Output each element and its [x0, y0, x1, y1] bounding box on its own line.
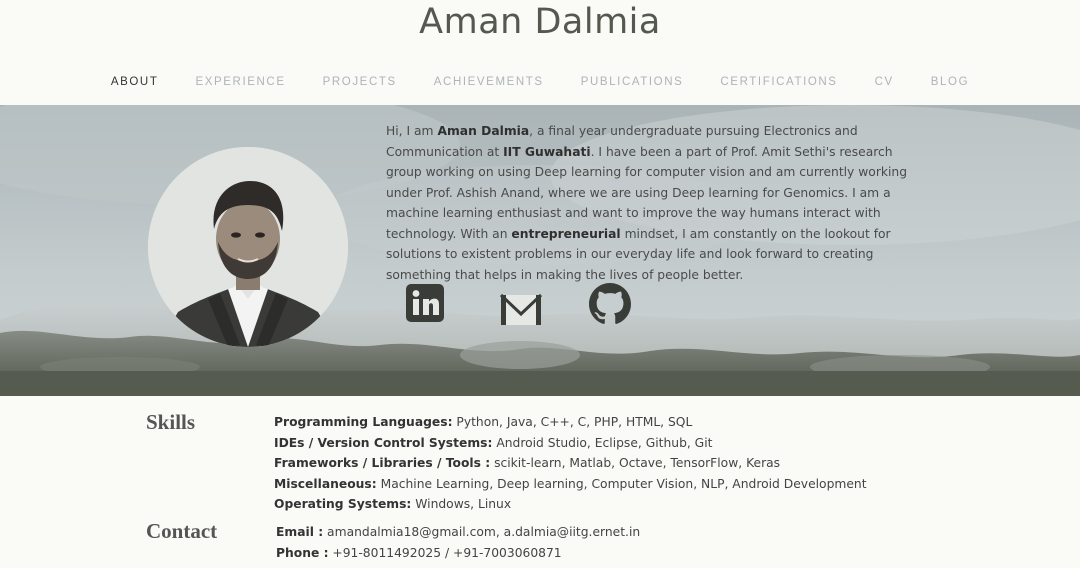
contact-list: Email : amandalmia18@gmail.com, a.dalmia…	[276, 522, 640, 563]
bio-text-1: Hi, I am	[386, 124, 438, 138]
contact-row-phone: Phone : +91-8011492025 / +91-7003060871	[276, 543, 640, 564]
skill-row: Frameworks / Libraries / Tools : scikit-…	[274, 453, 867, 474]
skill-row: Operating Systems: Windows, Linux	[274, 494, 867, 515]
skill-label: Programming Languages:	[274, 415, 453, 429]
email-link[interactable]	[499, 292, 543, 328]
skill-value: scikit-learn, Matlab, Octave, TensorFlow…	[490, 456, 781, 470]
bio-institute: IIT Guwahati	[503, 144, 591, 159]
skill-label: IDEs / Version Control Systems:	[274, 435, 493, 450]
bio-name: Aman Dalmia	[437, 124, 530, 138]
profile-portrait	[148, 147, 348, 347]
contact-heading: Contact	[146, 519, 218, 543]
nav-blog[interactable]: BLOG	[931, 76, 969, 88]
skills-list: Programming Languages: Python, Java, C++…	[274, 412, 867, 515]
nav-experience[interactable]: EXPERIENCE	[195, 76, 285, 88]
bio-mindset: entrepreneurial	[511, 226, 621, 241]
skill-value: Windows, Linux	[411, 497, 512, 511]
linkedin-icon	[406, 284, 444, 322]
linkedin-link[interactable]	[405, 283, 445, 323]
bio-paragraph: Hi, I am Aman Dalmia, a final year under…	[386, 121, 922, 285]
email-value[interactable]: amandalmia18@gmail.com, a.dalmia@iitg.er…	[323, 525, 640, 539]
skill-row: Programming Languages: Python, Java, C++…	[274, 412, 867, 433]
nav-publications[interactable]: PUBLICATIONS	[581, 76, 684, 88]
mail-icon	[499, 293, 543, 325]
nav-about[interactable]: ABOUT	[111, 76, 159, 88]
skill-row: Miscellaneous: Machine Learning, Deep le…	[274, 474, 867, 495]
nav-projects[interactable]: PROJECTS	[323, 76, 397, 88]
skill-row: IDEs / Version Control Systems: Android …	[274, 433, 867, 454]
phone-value: +91-8011492025 / +91-7003060871	[328, 545, 562, 560]
skill-value: Android Studio, Eclipse, Github, Git	[492, 435, 713, 450]
contact-label: Email :	[276, 525, 324, 539]
skills-heading: Skills	[146, 410, 196, 434]
main-nav: ABOUT EXPERIENCE PROJECTS ACHIEVEMENTS P…	[0, 76, 1080, 88]
skill-value: Machine Learning, Deep learning, Compute…	[376, 476, 867, 491]
github-link[interactable]	[589, 283, 631, 325]
skill-label: Miscellaneous:	[274, 476, 377, 491]
nav-cv[interactable]: CV	[875, 76, 894, 88]
skill-value: Python, Java, C++, C, PHP, HTML, SQL	[452, 415, 693, 429]
github-icon	[589, 283, 631, 324]
site-title[interactable]: Aman Dalmia	[0, 2, 1080, 42]
skill-label: Frameworks / Libraries / Tools :	[274, 456, 491, 470]
nav-certifications[interactable]: CERTIFICATIONS	[720, 76, 837, 88]
profile-avatar	[148, 147, 348, 347]
hero-section: Hi, I am Aman Dalmia, a final year under…	[0, 105, 1080, 396]
skill-label: Operating Systems:	[274, 497, 412, 511]
contact-label: Phone :	[276, 545, 329, 560]
nav-achievements[interactable]: ACHIEVEMENTS	[434, 76, 544, 88]
contact-row-email: Email : amandalmia18@gmail.com, a.dalmia…	[276, 522, 640, 543]
